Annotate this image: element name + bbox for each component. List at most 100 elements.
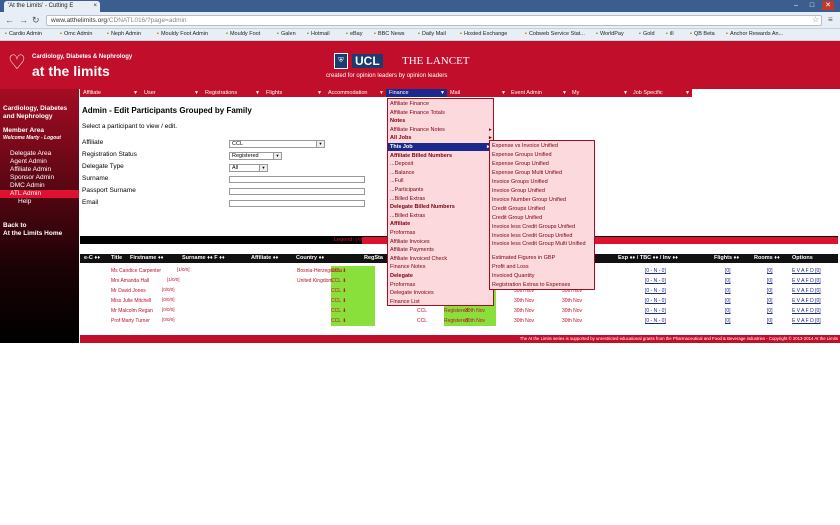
col-header[interactable]: RegSta xyxy=(364,254,383,263)
flights-link[interactable]: [0] xyxy=(725,266,731,276)
forward-icon[interactable]: → xyxy=(19,15,28,25)
this-job-menu-item[interactable]: Profit and Loss xyxy=(492,263,529,271)
finance-menu-item[interactable]: Affiliate Finance Notes ▸ xyxy=(390,126,492,134)
this-job-menu-item[interactable]: Estimated Figures in GBP xyxy=(492,254,555,262)
bookmark-item[interactable]: ▪ BBC News xyxy=(374,31,405,37)
affiliate-cell[interactable]: CCL ⬇ xyxy=(331,276,375,286)
browser-tab[interactable]: 'At the Limits' - Cutting E × xyxy=(4,1,100,12)
sidebar-item-delegate-area[interactable]: Delegate Area xyxy=(0,150,79,158)
this-job-menu-item[interactable]: Expense Group Multi Unified xyxy=(492,169,562,177)
this-job-menu-item[interactable]: Invoice less Credit Group Unified xyxy=(492,232,572,240)
finance-menu-item[interactable]: This Job▸ xyxy=(388,143,493,151)
finance-menu-item[interactable]: Delegate Billed Numbers xyxy=(390,203,455,211)
row-options[interactable]: E V A F D [0] xyxy=(792,276,821,286)
nav-my[interactable]: My ▼ xyxy=(569,89,630,97)
affiliate-select[interactable]: CCL ▼ xyxy=(229,140,325,148)
bookmark-item[interactable]: ▪ Hotmail xyxy=(307,31,330,37)
sidebar-item-dmc-admin[interactable]: DMC Admin xyxy=(0,182,79,190)
nav-user[interactable]: User ▼ xyxy=(141,89,201,97)
col-header[interactable]: Surname ♦♦ F ♦♦ xyxy=(182,254,225,263)
welcome-logout-link[interactable]: Welcome Marty - Logout xyxy=(0,135,79,142)
rooms-link[interactable]: [0] xyxy=(767,276,773,286)
finance-menu-item[interactable]: ...Billed Extras xyxy=(390,195,425,203)
participant-name[interactable]: Prof Marty Turner xyxy=(111,316,150,326)
bookmark-item[interactable]: ▪ ill xyxy=(666,31,674,37)
bookmark-star-icon[interactable]: ☆ xyxy=(812,15,819,24)
finance-menu-item[interactable]: Affiliate Finance Totals xyxy=(390,109,445,117)
minimize-icon[interactable]: – xyxy=(790,1,802,10)
col-header[interactable]: Rooms ♦♦ xyxy=(754,254,780,263)
finance-menu-item[interactable]: Finance List xyxy=(390,298,420,306)
nav-finance[interactable]: Finance ▼ xyxy=(386,89,447,97)
this-job-menu-item[interactable]: Invoiced Quantity xyxy=(492,272,535,280)
affiliate-cell[interactable]: CCL ⬇ xyxy=(331,286,375,296)
finance-link[interactable]: [0 - N - 0] xyxy=(645,316,666,326)
finance-menu-item[interactable]: Finance Notes xyxy=(390,263,425,271)
finance-link[interactable]: [0 - N - 0] xyxy=(645,266,666,276)
finance-menu-item[interactable]: Affiliate Invoices xyxy=(390,238,430,246)
participant-name[interactable]: Mrs Amanda Hall xyxy=(111,276,149,286)
this-job-menu-item[interactable]: Expense vs Invoice Unified xyxy=(492,142,558,150)
flights-link[interactable]: [0] xyxy=(725,316,731,326)
finance-menu-item[interactable]: Delegate Invoices xyxy=(390,289,434,297)
col-header[interactable]: Flights ♦♦ xyxy=(714,254,739,263)
nav-affiliate[interactable]: Affiliate ▼ xyxy=(80,89,140,97)
rooms-link[interactable]: [0] xyxy=(767,306,773,316)
nav-mail[interactable]: Mail ▼ xyxy=(447,89,508,97)
rooms-link[interactable]: [0] xyxy=(767,286,773,296)
finance-menu-item[interactable]: All Jobs ▸ xyxy=(390,134,492,142)
this-job-menu-item[interactable]: Credit Group Unified xyxy=(492,214,542,222)
finance-menu-item[interactable]: Proformas xyxy=(390,229,415,237)
registration-status-select[interactable]: Registered ▼ xyxy=(229,152,282,160)
bookmark-item[interactable]: ▪ Cardio Admin xyxy=(5,31,42,37)
this-job-menu-item[interactable]: Invoice Number Group Unified xyxy=(492,196,566,204)
affiliate-cell[interactable]: CCL ⬇ xyxy=(331,316,375,326)
col-header[interactable]: Exp ♦♦ / TBC ♦♦ / Inv ♦♦ xyxy=(618,254,678,263)
finance-menu-item[interactable]: ...Participants xyxy=(390,186,423,194)
finance-menu-item[interactable]: Proformas xyxy=(390,281,415,289)
this-job-menu-item[interactable]: Invoice Group Unified xyxy=(492,187,545,195)
finance-menu-item[interactable]: Delegate xyxy=(390,272,413,280)
finance-menu-item[interactable]: Affiliate Billed Numbers xyxy=(390,152,452,160)
finance-menu-item[interactable]: ...Balance xyxy=(390,169,414,177)
finance-menu-item[interactable]: Affiliate Payments xyxy=(390,246,434,254)
finance-menu-item[interactable]: Notes xyxy=(390,117,405,125)
finance-menu-item[interactable]: ...Full xyxy=(390,177,403,185)
back-link[interactable]: Back to xyxy=(0,222,79,230)
finance-menu-item[interactable]: ...Billed Extras xyxy=(390,212,425,220)
bookmark-item[interactable]: ▪ QB Beta xyxy=(690,31,715,37)
participant-name[interactable]: Mr David Jones xyxy=(111,286,146,296)
flights-link[interactable]: [0] xyxy=(725,296,731,306)
sidebar-item-atl-admin[interactable]: ATL Admin xyxy=(0,190,79,198)
nav-job-specific[interactable]: Job Specific ▼ xyxy=(630,89,692,97)
col-header[interactable]: e-C ♦♦ xyxy=(84,254,100,263)
this-job-menu-item[interactable]: Expense Group Unified xyxy=(492,160,549,168)
col-header[interactable]: Country ♦♦ xyxy=(296,254,324,263)
flights-link[interactable]: [0] xyxy=(725,306,731,316)
row-options[interactable]: E V A F D [0] xyxy=(792,316,821,326)
nav-flights[interactable]: Flights ▼ xyxy=(263,89,324,97)
affiliate-cell[interactable]: CCL ⬇ xyxy=(331,296,375,306)
rooms-link[interactable]: [0] xyxy=(767,296,773,306)
bookmark-item[interactable]: ▪ Anchor Rewards An... xyxy=(726,31,783,37)
finance-link[interactable]: [0 - N - 0] xyxy=(645,276,666,286)
row-options[interactable]: E V A F D [0] xyxy=(792,266,821,276)
finance-menu-item[interactable]: Affiliate xyxy=(390,220,410,228)
delegate-type-select[interactable]: All ▼ xyxy=(229,164,268,172)
bookmark-item[interactable]: ▪ Daily Mail xyxy=(418,31,446,37)
bookmark-item[interactable]: ▪ WorldPay xyxy=(596,31,624,37)
this-job-menu-item[interactable]: Invoice less Credit Group Multi Unified xyxy=(492,241,592,247)
bookmark-item[interactable]: ▪ Galen xyxy=(277,31,296,37)
finance-link[interactable]: [0 - N - 0] xyxy=(645,306,666,316)
bookmark-item[interactable]: ▪ eBay xyxy=(346,31,363,37)
affiliate-cell[interactable]: CCL ⬇ xyxy=(331,306,375,316)
col-header[interactable]: Affiliate ♦♦ xyxy=(251,254,278,263)
bookmark-item[interactable]: ▪ Mouldy Foot xyxy=(226,31,260,37)
bookmark-item[interactable]: ▪ Neph Admin xyxy=(107,31,141,37)
window-close-icon[interactable]: ✕ xyxy=(822,1,834,10)
bookmark-item[interactable]: ▪ Omc Admin xyxy=(60,31,92,37)
row-options[interactable]: E V A F D [0] xyxy=(792,306,821,316)
this-job-menu-item[interactable]: Credit Groups Unified xyxy=(492,205,545,213)
sidebar-item-agent-admin[interactable]: Agent Admin xyxy=(0,158,79,166)
participant-name[interactable]: Ms Candice Carpenter xyxy=(111,266,161,276)
